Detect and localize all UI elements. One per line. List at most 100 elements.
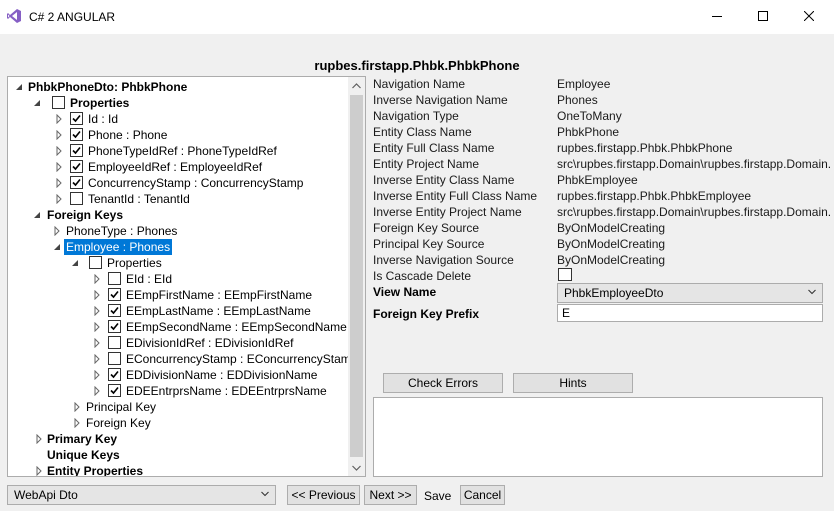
fk-item-label: EEmpLastName : EEmpLastName	[126, 304, 311, 318]
close-button[interactable]	[786, 0, 832, 32]
checkmark-icon	[72, 146, 81, 155]
output-textarea[interactable]	[373, 397, 823, 477]
checkbox-checked[interactable]	[108, 288, 121, 301]
tree-scrollbar[interactable]	[348, 77, 365, 476]
maximize-button[interactable]	[740, 0, 786, 32]
view-name-select[interactable]: PhbkEmployeeDto	[557, 283, 823, 303]
entity-tree-view[interactable]: PhbkPhoneDto: PhbkPhone Properties Id : …	[7, 76, 366, 477]
title-bar: C# 2 ANGULAR	[0, 0, 834, 34]
checkbox-checked[interactable]	[108, 320, 121, 333]
expanded-arrow-icon[interactable]	[14, 82, 24, 92]
checkbox-unchecked[interactable]	[108, 352, 121, 365]
properties-checkbox[interactable]	[52, 96, 65, 109]
check-errors-button[interactable]: Check Errors	[383, 373, 503, 393]
collapsed-arrow-icon[interactable]	[52, 226, 62, 236]
collapsed-arrow-icon[interactable]	[92, 370, 102, 380]
checkbox-checked[interactable]	[70, 128, 83, 141]
next-button[interactable]: Next >>	[364, 485, 417, 505]
expanded-arrow-icon[interactable]	[32, 210, 42, 220]
primary-key-label: Primary Key	[47, 432, 118, 446]
checkmark-icon	[110, 306, 119, 315]
expanded-arrow-icon[interactable]	[32, 98, 42, 108]
checkbox-unchecked[interactable]	[70, 192, 83, 205]
expanded-arrow-icon[interactable]	[70, 258, 80, 268]
dto-select[interactable]: WebApi Dto	[7, 485, 276, 505]
collapsed-arrow-icon[interactable]	[54, 162, 64, 172]
collapsed-arrow-icon[interactable]	[92, 354, 102, 364]
checkbox-checked[interactable]	[70, 144, 83, 157]
detail-label: Inverse Navigation Name	[373, 93, 508, 107]
collapsed-arrow-icon[interactable]	[72, 418, 82, 428]
checkbox-unchecked[interactable]	[108, 272, 121, 285]
collapsed-arrow-icon[interactable]	[34, 434, 44, 444]
detail-value: src\rupbes.firstapp.Domain\rupbes.firsta…	[557, 157, 831, 171]
collapsed-arrow-icon[interactable]	[54, 114, 64, 124]
chevron-down-icon	[261, 491, 269, 497]
chevron-down-icon	[352, 465, 361, 471]
view-name-value: PhbkEmployeeDto	[564, 286, 664, 300]
foreign-keys-label: Foreign Keys	[47, 208, 124, 222]
detail-label: Is Cascade Delete	[373, 269, 472, 283]
unique-keys-label: Unique Keys	[47, 448, 120, 462]
cascade-delete-checkbox[interactable]	[558, 268, 572, 281]
save-button[interactable]: Save	[424, 488, 451, 504]
prop-item-label: EmployeeIdRef : EmployeeIdRef	[88, 160, 263, 174]
checkbox-checked[interactable]	[108, 304, 121, 317]
detail-label: Inverse Entity Class Name	[373, 173, 515, 187]
checkmark-icon	[110, 322, 119, 331]
detail-label: Entity Project Name	[373, 157, 480, 171]
detail-value: ByOnModelCreating	[557, 221, 666, 235]
detail-value: rupbes.firstapp.Phbk.PhbkEmployee	[557, 189, 752, 203]
fk-item-label: EEmpSecondName : EEmpSecondName	[126, 320, 347, 334]
fk-item-label: EDEEntrprsName : EDEEntrprsName	[126, 384, 327, 398]
cancel-button[interactable]: Cancel	[460, 485, 505, 505]
checkbox-checked[interactable]	[70, 176, 83, 189]
collapsed-arrow-icon[interactable]	[92, 290, 102, 300]
previous-button[interactable]: << Previous	[287, 485, 360, 505]
detail-label: Navigation Name	[373, 77, 466, 91]
collapsed-arrow-icon[interactable]	[54, 178, 64, 188]
dto-select-value: WebApi Dto	[14, 488, 78, 502]
fk-properties-checkbox[interactable]	[89, 256, 102, 269]
properties-label: Properties	[70, 96, 130, 110]
checkbox-checked[interactable]	[108, 368, 121, 381]
detail-label: Inverse Navigation Source	[373, 253, 514, 267]
fk-employee-label: Employee : Phones	[64, 239, 173, 255]
checkmark-icon	[72, 114, 81, 123]
collapsed-arrow-icon[interactable]	[92, 306, 102, 316]
collapsed-arrow-icon[interactable]	[54, 130, 64, 140]
detail-label: Entity Class Name	[373, 125, 472, 139]
checkmark-icon	[110, 370, 119, 379]
checkbox-checked[interactable]	[70, 160, 83, 173]
scroll-thumb[interactable]	[350, 95, 363, 457]
scroll-up-button[interactable]	[348, 77, 365, 94]
fk-item-label: EId : EId	[126, 272, 173, 286]
detail-label: Inverse Entity Project Name	[373, 205, 522, 219]
collapsed-arrow-icon[interactable]	[92, 338, 102, 348]
fk-prefix-label: Foreign Key Prefix	[373, 307, 480, 321]
detail-value: OneToMany	[557, 109, 622, 123]
foreign-key-label: Foreign Key	[86, 416, 151, 430]
collapsed-arrow-icon[interactable]	[92, 386, 102, 396]
collapsed-arrow-icon[interactable]	[92, 322, 102, 332]
entity-properties-label: Entity Properties	[47, 464, 144, 477]
checkbox-checked[interactable]	[70, 112, 83, 125]
scroll-down-button[interactable]	[348, 459, 365, 476]
fk-item-label: EDivisionIdRef : EDivisionIdRef	[126, 336, 294, 350]
prop-item-label: Phone : Phone	[88, 128, 168, 142]
expanded-arrow-icon[interactable]	[52, 242, 62, 252]
fk-prefix-input[interactable]: E	[557, 304, 823, 322]
collapsed-arrow-icon[interactable]	[54, 146, 64, 156]
minimize-button[interactable]	[694, 0, 740, 32]
maximize-icon	[758, 11, 768, 21]
prop-item-label: TenantId : TenantId	[88, 192, 190, 206]
collapsed-arrow-icon[interactable]	[92, 274, 102, 284]
collapsed-arrow-icon[interactable]	[54, 194, 64, 204]
detail-label: Navigation Type	[373, 109, 459, 123]
checkbox-unchecked[interactable]	[108, 336, 121, 349]
visual-studio-icon	[7, 9, 21, 23]
collapsed-arrow-icon[interactable]	[34, 466, 44, 476]
checkbox-checked[interactable]	[108, 384, 121, 397]
collapsed-arrow-icon[interactable]	[72, 402, 82, 412]
hints-button[interactable]: Hints	[513, 373, 633, 393]
